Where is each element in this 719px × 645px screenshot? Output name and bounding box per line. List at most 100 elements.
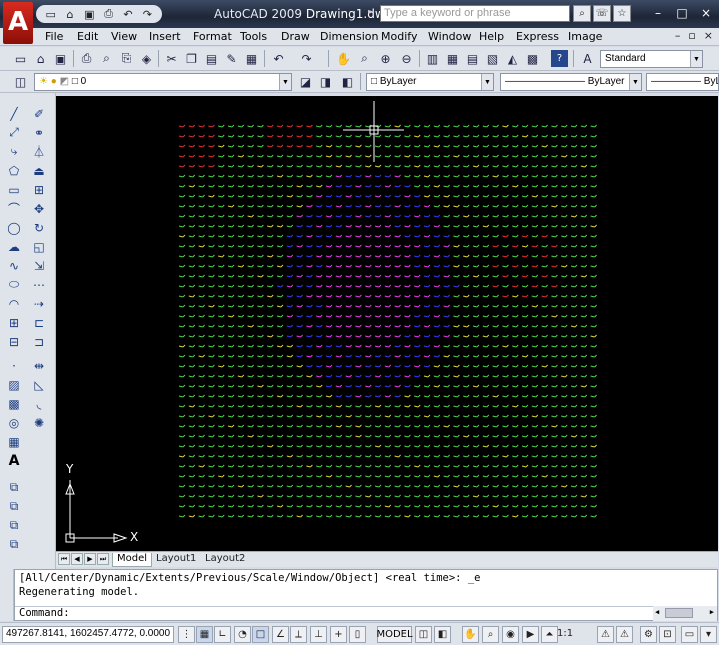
design-center-icon[interactable]: ▦ (444, 50, 461, 67)
scroll-left-icon[interactable]: ◀ (655, 608, 659, 616)
quick-view-layouts-icon[interactable]: ◫ (415, 626, 432, 643)
menu-modify[interactable]: Modify (381, 30, 417, 43)
explode-icon[interactable]: ✺ (30, 414, 48, 431)
menu-file[interactable]: File (45, 30, 63, 43)
quickcalc-icon[interactable]: ▩ (524, 50, 541, 67)
copy-object-icon[interactable]: ⚭ (30, 124, 48, 141)
draworder-below-icon[interactable]: ⧉ (5, 536, 23, 553)
zoom-previous-icon[interactable]: ⊖ (398, 50, 415, 67)
help-icon[interactable]: ? (551, 50, 568, 67)
last-tab-icon[interactable]: ⏭ (97, 553, 109, 565)
minimize-button[interactable]: – (649, 5, 667, 21)
stretch-icon[interactable]: ⇲ (30, 257, 48, 274)
zoom-window-icon[interactable]: ⊕ (377, 50, 394, 67)
layer-properties-icon[interactable]: ◫ (12, 73, 29, 90)
print-icon[interactable]: ⎙ (100, 6, 117, 22)
block-editor-icon[interactable]: ▦ (243, 50, 260, 67)
polyline-icon[interactable]: ⤷ (5, 143, 23, 160)
tool-palettes-icon[interactable]: ▤ (464, 50, 481, 67)
layer-previous-icon[interactable]: ◨ (317, 73, 334, 90)
qnew-icon[interactable]: ▭ (12, 50, 29, 67)
point-icon[interactable]: · (5, 357, 23, 374)
ortho-mode-icon[interactable]: ∟ (214, 626, 231, 643)
menu-edit[interactable]: Edit (77, 30, 98, 43)
first-tab-icon[interactable]: ⏮ (58, 553, 70, 565)
markup-set-icon[interactable]: ◭ (504, 50, 521, 67)
communication-center-icon[interactable]: ☏ (593, 5, 611, 22)
arc-icon[interactable]: ⌒ (5, 200, 23, 217)
model-space-button[interactable]: MODEL (376, 626, 413, 643)
drawing-canvas[interactable]: Y X (56, 96, 718, 551)
3d-dwf-icon[interactable]: ◈ (138, 50, 155, 67)
draworder-above-icon[interactable]: ⧉ (5, 517, 23, 534)
scroll-right-icon[interactable]: ▶ (710, 608, 714, 616)
application-menu-button[interactable]: A (3, 2, 33, 44)
tab-layout1[interactable]: Layout1 (152, 553, 200, 567)
save-icon[interactable]: ▣ (81, 6, 98, 22)
rectangle-icon[interactable]: ▭ (5, 181, 23, 198)
command-window-grip[interactable] (0, 569, 14, 621)
join-icon[interactable]: ⇹ (30, 357, 48, 374)
paste-icon[interactable]: ▤ (203, 50, 220, 67)
layer-state-icon[interactable]: ◧ (339, 73, 356, 90)
menu-insert[interactable]: Insert (149, 30, 181, 43)
draworder-front-icon[interactable]: ⧉ (5, 479, 23, 496)
multiline-text-icon[interactable]: A (5, 452, 23, 469)
draworder-back-icon[interactable]: ⧉ (5, 498, 23, 515)
revision-cloud-icon[interactable]: ☁ (5, 238, 23, 255)
pan-status-icon[interactable]: ✋ (462, 626, 479, 643)
linetype-control-dropdown[interactable]: ———————— ByLayer ▼ (500, 73, 642, 91)
grid-display-icon[interactable]: ▦ (196, 626, 213, 643)
break-at-point-icon[interactable]: ⊏ (30, 314, 48, 331)
drawing-restore-button[interactable]: ▫ (688, 29, 695, 42)
fillet-icon[interactable]: ◟ (30, 395, 48, 412)
cut-icon[interactable]: ✂ (163, 50, 180, 67)
quick-properties-icon[interactable]: ▯ (349, 626, 366, 643)
annotation-scale-value[interactable]: 1:1 (557, 628, 573, 639)
menu-dimension[interactable]: Dimension (320, 30, 378, 43)
quick-view-drawings-icon[interactable]: ◧ (434, 626, 451, 643)
copy-icon[interactable]: ❐ (183, 50, 200, 67)
scroll-thumb[interactable] (665, 608, 693, 618)
spline-icon[interactable]: ∿ (5, 257, 23, 274)
make-block-icon[interactable]: ⊟ (5, 333, 23, 350)
array-icon[interactable]: ⊞ (30, 181, 48, 198)
workspace-switching-icon[interactable]: ⚙ (640, 626, 657, 643)
undo-icon[interactable]: ↶ (270, 50, 287, 67)
coordinate-display[interactable]: 497267.8141, 1602457.4772, 0.0000 (2, 626, 174, 643)
trim-icon[interactable]: ⋯ (30, 276, 48, 293)
otrack-icon[interactable]: ∠ (272, 626, 289, 643)
zoom-realtime-icon[interactable]: ⌕ (356, 50, 373, 67)
gradient-icon[interactable]: ▩ (5, 395, 23, 412)
tab-layout2[interactable]: Layout2 (201, 553, 249, 567)
break-icon[interactable]: ⊐ (30, 333, 48, 350)
table-icon[interactable]: ▦ (5, 433, 23, 450)
command-input[interactable]: Command: (15, 606, 655, 621)
menu-view[interactable]: View (111, 30, 137, 43)
color-control-dropdown[interactable]: □ ByLayer ▼ (366, 73, 494, 91)
lineweight-control-dropdown[interactable]: ————— ByLayer (646, 73, 719, 91)
menu-image[interactable]: Image (568, 30, 602, 43)
clean-screen-icon[interactable]: ▭ (681, 626, 698, 643)
polygon-icon[interactable]: ⬠ (5, 162, 23, 179)
redo-icon[interactable]: ↷ (298, 50, 315, 67)
properties-icon[interactable]: ▥ (424, 50, 441, 67)
close-button[interactable]: × (697, 5, 715, 21)
menu-draw[interactable]: Draw (281, 30, 310, 43)
polar-tracking-icon[interactable]: ◔ (234, 626, 251, 643)
new-file-icon[interactable]: ▭ (42, 6, 59, 22)
open-icon[interactable]: ⌂ (32, 50, 49, 67)
dynamic-ucs-icon[interactable]: ⟂ (290, 626, 307, 643)
text-style-icon[interactable]: A (579, 50, 596, 67)
insert-block-icon[interactable]: ⊞ (5, 314, 23, 331)
match-properties-icon[interactable]: ✎ (223, 50, 240, 67)
pan-icon[interactable]: ✋ (335, 50, 352, 67)
menu-express[interactable]: Express (516, 30, 559, 43)
offset-icon[interactable]: ⏏ (30, 162, 48, 179)
plot-preview-icon[interactable]: ⌕ (98, 50, 115, 67)
annotation-visibility-icon[interactable]: ⚠ (597, 626, 614, 643)
sheet-set-icon[interactable]: ▧ (484, 50, 501, 67)
ellipse-icon[interactable]: ⬭ (5, 276, 23, 293)
open-folder-icon[interactable]: ⌂ (61, 6, 78, 22)
drawing-close-button[interactable]: × (704, 29, 713, 42)
